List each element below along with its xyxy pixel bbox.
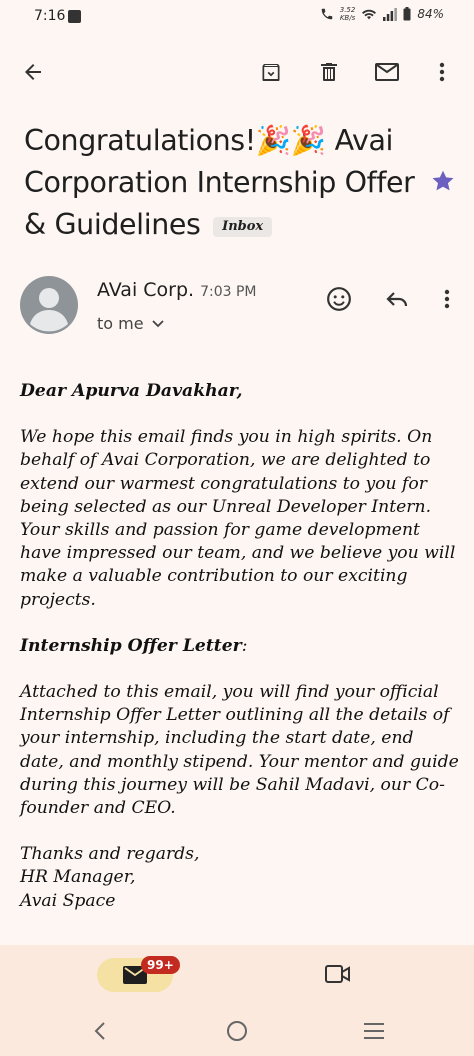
reply-icon xyxy=(386,292,408,307)
sender-row: AVai Corp. 7:03 PM to me xyxy=(20,276,460,336)
smiley-icon xyxy=(327,287,351,311)
email-toolbar xyxy=(0,50,474,94)
signature-line-3: Avai Space xyxy=(20,890,116,911)
back-button[interactable] xyxy=(19,58,47,86)
mark-unread-button[interactable] xyxy=(373,58,401,86)
signature: Thanks and regards, HR Manager, Avai Spa… xyxy=(20,843,460,913)
system-home-button[interactable] xyxy=(223,1017,251,1045)
home-circle-icon xyxy=(227,1021,247,1041)
gallery-notification-icon xyxy=(68,10,81,23)
star-button[interactable] xyxy=(430,168,456,194)
received-time: 7:03 PM xyxy=(200,284,257,300)
archive-button[interactable] xyxy=(257,58,285,86)
reply-button[interactable] xyxy=(382,284,412,314)
battery-level: 84% xyxy=(417,7,444,21)
email-body: Dear Apurva Davakhar, We hope this email… xyxy=(20,380,460,913)
recents-icon xyxy=(364,1023,384,1039)
add-reaction-button[interactable] xyxy=(324,284,354,314)
bottom-navigation: 99+ xyxy=(0,945,474,1056)
sender-name: AVai Corp. xyxy=(97,279,195,301)
inbox-label-chip[interactable]: Inbox xyxy=(213,217,273,237)
net-speed-unit: KB/s xyxy=(339,14,356,22)
section-heading: Internship Offer Letter: xyxy=(20,635,460,658)
avatar[interactable] xyxy=(20,276,78,334)
signature-line-1: Thanks and regards, xyxy=(20,844,200,865)
network-speed: 3.52 KB/s xyxy=(340,6,356,22)
more-vert-icon xyxy=(444,289,450,309)
archive-icon xyxy=(262,64,280,81)
message-more-button[interactable] xyxy=(432,284,462,314)
body-paragraph-1: We hope this email finds you in high spi… xyxy=(20,427,456,610)
star-icon xyxy=(432,170,454,191)
wifi-icon xyxy=(362,9,377,20)
system-back-button[interactable] xyxy=(86,1017,114,1045)
status-indicators: 3.52 KB/s 84% xyxy=(320,6,444,22)
heading-text: Internship Offer Letter xyxy=(20,635,242,656)
heading-colon: : xyxy=(241,635,248,656)
email-subject: Congratulations!🎉🎉 Avai Corporation Inte… xyxy=(24,120,424,246)
sender-name-line[interactable]: AVai Corp. 7:03 PM xyxy=(97,279,257,301)
meet-tab[interactable] xyxy=(324,963,352,987)
status-bar: 7:16 3.52 KB/s 84% xyxy=(0,0,474,34)
net-speed-value: 3.52 xyxy=(339,6,356,14)
mail-icon xyxy=(375,63,399,81)
greeting: Dear Apurva Davakhar, xyxy=(20,381,243,401)
unread-count-badge: 99+ xyxy=(141,956,180,974)
back-arrow-icon xyxy=(25,64,41,80)
recipient-text: to me xyxy=(97,314,144,333)
delete-icon xyxy=(321,63,337,81)
recipient-details-toggle[interactable]: to me xyxy=(97,314,164,333)
call-status-icon xyxy=(321,8,332,20)
signature-line-2: HR Manager, xyxy=(20,867,136,888)
system-recents-button[interactable] xyxy=(360,1017,388,1045)
video-camera-icon xyxy=(325,965,350,983)
delete-button[interactable] xyxy=(315,58,343,86)
default-avatar-icon xyxy=(30,288,68,332)
more-vert-icon xyxy=(439,62,445,82)
battery-icon xyxy=(403,7,411,21)
more-options-button[interactable] xyxy=(428,58,456,86)
status-time: 7:16 xyxy=(34,8,66,24)
chevron-left-icon xyxy=(94,1022,105,1040)
chevron-down-icon xyxy=(151,319,164,327)
signal-icon xyxy=(383,7,398,21)
body-paragraph-2: Attached to this email, you will find yo… xyxy=(20,682,459,819)
